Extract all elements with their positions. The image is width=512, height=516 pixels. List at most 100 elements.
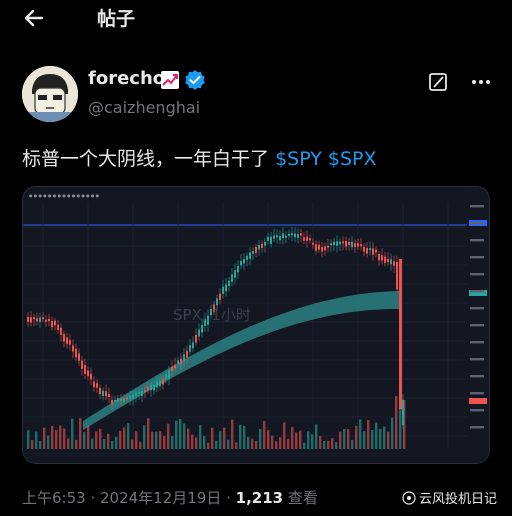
watermark-text: 云风投机日记 xyxy=(419,492,498,507)
candle-body xyxy=(312,242,314,245)
volume-bar xyxy=(115,436,118,449)
candle-body xyxy=(387,258,389,263)
candle-body xyxy=(225,284,227,292)
grok-icon[interactable] xyxy=(428,72,448,92)
candle-body xyxy=(69,340,71,345)
candle-body xyxy=(216,298,218,306)
candle-body xyxy=(84,364,86,374)
candle-body xyxy=(321,247,323,252)
candle-body xyxy=(198,329,200,337)
candle-body xyxy=(156,381,158,388)
avatar[interactable] xyxy=(22,66,78,122)
volume-bar xyxy=(99,428,102,449)
candle-body xyxy=(294,233,296,238)
candle-body xyxy=(357,243,359,247)
candle-body xyxy=(372,248,374,255)
candle-body xyxy=(177,360,179,364)
price-tick xyxy=(470,341,484,344)
volume-bar xyxy=(295,432,298,449)
volume-bar xyxy=(67,438,70,449)
volume-bar xyxy=(231,419,234,449)
candle-body xyxy=(135,393,137,396)
candle-body xyxy=(258,244,260,250)
volume-bar xyxy=(87,425,90,449)
volume-bar xyxy=(91,438,94,449)
author-handle[interactable]: @caizhenghai xyxy=(88,98,200,117)
more-icon[interactable] xyxy=(470,72,492,92)
top-bar: 帖子 xyxy=(0,0,512,36)
cashtag-spx[interactable]: $SPX xyxy=(328,148,377,170)
volume-bar xyxy=(343,428,346,449)
candle-body xyxy=(267,236,269,241)
candle-body xyxy=(333,241,335,246)
volume-bar xyxy=(95,431,98,449)
volume-bar xyxy=(47,435,50,449)
volume-bar xyxy=(147,418,150,449)
volume-bar xyxy=(39,440,42,449)
volume-bar xyxy=(223,427,226,449)
views-label: 查看 xyxy=(283,489,318,507)
price-tick xyxy=(470,205,484,208)
candle-body xyxy=(378,253,380,261)
volume-bar xyxy=(203,436,206,449)
candle-body xyxy=(192,342,194,349)
candle-body xyxy=(165,374,167,379)
volume-bar xyxy=(315,424,318,449)
candle-body xyxy=(90,373,92,380)
candle-body xyxy=(129,395,131,399)
candle-body xyxy=(201,325,203,333)
volume-bar xyxy=(291,426,294,449)
volume-bar xyxy=(355,425,358,449)
price-tick xyxy=(470,222,484,225)
back-arrow-icon[interactable] xyxy=(22,6,46,30)
post-media-chart[interactable]: ● ● ● ● ● ● ● ● ● ● ● ● ● ● ● SPX, 1小时 xyxy=(22,186,490,464)
volume-bar xyxy=(303,442,306,449)
candle-body xyxy=(42,317,44,320)
volume-bar xyxy=(367,419,370,449)
post-date[interactable]: 2024年12月19日 xyxy=(100,489,221,507)
candle-body xyxy=(126,397,128,400)
candle-body xyxy=(285,235,287,238)
volume-bar xyxy=(215,440,218,449)
volume-bar xyxy=(323,440,326,449)
candle-body xyxy=(393,261,395,266)
candle-body xyxy=(351,241,353,248)
candle-body xyxy=(282,233,284,239)
price-tag-last xyxy=(469,398,487,404)
volume-bar xyxy=(395,396,398,449)
chart-header-text: ● ● ● ● ● ● ● ● ● ● ● ● ● ● ● xyxy=(29,193,100,198)
candle-body xyxy=(234,270,236,278)
candle-body xyxy=(54,320,56,326)
price-tick xyxy=(470,409,484,412)
volume-bar xyxy=(55,430,58,449)
volume-bar xyxy=(163,436,166,449)
author-name[interactable]: forecho xyxy=(88,68,165,89)
post-meta: 上午6:53 · 2024年12月19日 · 1,213 查看 xyxy=(22,487,318,508)
volume-bar xyxy=(135,431,138,449)
candle-body xyxy=(330,243,332,246)
volume-bar xyxy=(363,431,366,449)
volume-bar xyxy=(299,430,302,449)
volume-bar xyxy=(247,437,250,449)
candle-body xyxy=(123,398,125,402)
volume-bar xyxy=(199,425,202,449)
post-time[interactable]: 上午6:53 xyxy=(22,489,86,507)
candle-body xyxy=(99,387,101,395)
volume-bar xyxy=(227,439,230,449)
volume-bar xyxy=(267,430,270,449)
volume-bar xyxy=(219,431,222,449)
volume-bar xyxy=(151,431,154,449)
candle-body xyxy=(381,255,383,261)
candle-body xyxy=(354,243,356,247)
candle-body xyxy=(168,370,170,380)
volume-bar xyxy=(275,441,278,449)
trend-icon xyxy=(161,71,179,89)
volume-bar xyxy=(63,428,66,449)
cashtag-spy[interactable]: $SPY xyxy=(275,148,322,170)
candle-body xyxy=(141,391,143,397)
volume-bar xyxy=(111,440,114,449)
candle-body xyxy=(33,317,35,320)
candle-body xyxy=(111,399,113,405)
candle-body xyxy=(195,335,197,343)
candle-body xyxy=(306,236,308,241)
